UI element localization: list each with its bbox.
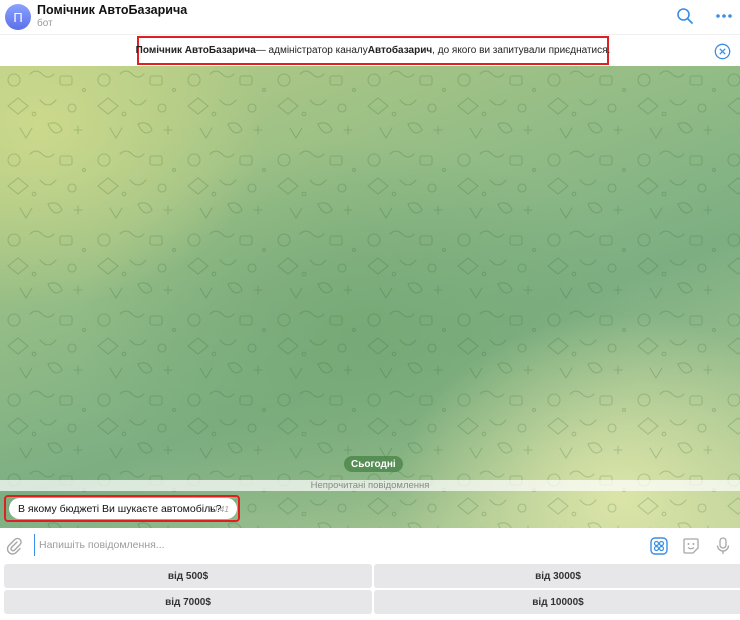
join-request-notice: Помічник АвтоБазарича — адміністратор ка… [0, 34, 740, 66]
bot-keyboard-icon [650, 537, 668, 555]
notice-text-end: , до якого ви запитували приєднатися. [432, 45, 611, 56]
chat-header: П Помічник АвтоБазарича бот [0, 0, 740, 34]
telegram-chat-window: П Помічник АвтоБазарича бот Помічник Авт… [0, 0, 740, 620]
incoming-message[interactable]: В якому бюджеті Ви шукаєте автомобіль? 1… [9, 498, 237, 519]
voice-message-button[interactable] [713, 536, 733, 556]
notice-text-middle: — адміністратор каналу [255, 45, 368, 56]
chat-subtitle: бот [37, 18, 53, 29]
message-time: 10:41 [207, 504, 229, 514]
keyboard-button-10000[interactable]: від 10000$ [374, 590, 740, 614]
notice-text: Помічник АвтоБазарича — адміністратор ка… [135, 36, 611, 65]
bot-reply-keyboard: від 500$ від 3000$ від 7000$ від 10000$ [0, 562, 740, 620]
more-icon [716, 14, 732, 18]
search-icon [677, 8, 693, 24]
date-separator: Сьогодні [344, 456, 403, 472]
message-text: В якому бюджеті Ви шукаєте автомобіль? [18, 502, 222, 515]
notice-bot-name: Помічник АвтоБазарича [135, 45, 256, 56]
microphone-icon [716, 537, 730, 554]
search-button[interactable] [674, 5, 696, 27]
notice-channel-name: Автобазарич [367, 45, 433, 56]
keyboard-button-3000[interactable]: від 3000$ [374, 564, 740, 588]
chat-area[interactable]: Сьогодні Непрочитані повідомлення В яком… [0, 66, 740, 528]
message-input[interactable] [34, 534, 634, 556]
emoji-button[interactable] [681, 536, 701, 556]
keyboard-button-500[interactable]: від 500$ [4, 564, 372, 588]
bot-commands-button[interactable] [649, 536, 669, 556]
attach-button[interactable] [4, 536, 24, 556]
close-icon[interactable] [714, 43, 731, 60]
sticker-icon [683, 538, 699, 554]
keyboard-button-7000[interactable]: від 7000$ [4, 590, 372, 614]
avatar[interactable]: П [5, 4, 31, 30]
more-button[interactable] [713, 5, 735, 27]
message-composer [0, 528, 740, 562]
paperclip-icon [6, 537, 22, 555]
chat-title[interactable]: Помічник АвтоБазарича [37, 3, 187, 17]
unread-messages-divider: Непрочитані повідомлення [0, 480, 740, 491]
